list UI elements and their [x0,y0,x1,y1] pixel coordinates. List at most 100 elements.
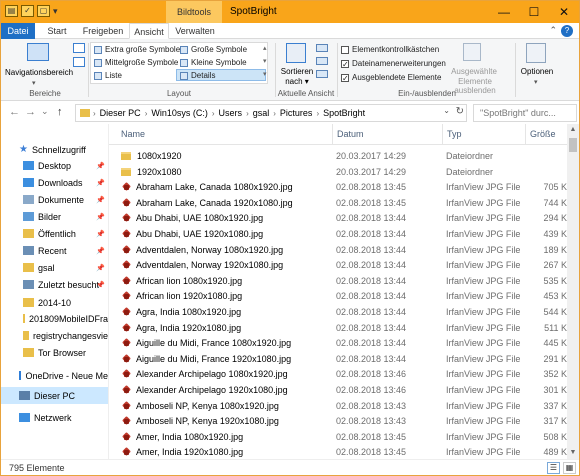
nav-item-bilder[interactable]: Bilder 📌 [1,208,108,225]
tab-freigeben[interactable]: Freigeben [77,23,129,39]
sort-icon[interactable] [286,43,306,63]
sort-button[interactable]: Sortieren [278,67,316,76]
nav-item-gsal[interactable]: gsal 📌 [1,259,108,276]
collapse-ribbon-icon[interactable]: ⌃ [549,25,557,36]
column-size[interactable]: Größe [525,124,567,145]
file-row[interactable]: Aiguille du Midi, France 1080x1920.jpg 02… [109,335,567,351]
breadcrumb-win10sys[interactable]: Win10sys (C:) [147,108,212,118]
file-row[interactable]: Amer, India 1080x1920.jpg 02.08.2018 13:4… [109,429,567,445]
navigation-pane-button[interactable]: Navigationsbereich [5,68,73,77]
file-row[interactable]: Amer, India 1920x1080.jpg 02.08.2018 13:4… [109,444,567,459]
nav-item-netzwerk[interactable]: Netzwerk [1,409,108,426]
file-row[interactable]: Adventdalen, Norway 1080x1920.jpg 02.08.2… [109,242,567,258]
help-icon[interactable]: ? [561,25,573,37]
nav-item-desktop[interactable]: Desktop 📌 [1,157,108,174]
chevron-down-icon[interactable]: ▾ [32,79,36,87]
details-view-button[interactable]: ☰ [547,462,560,474]
breadcrumb-dieser-pc[interactable]: Dieser PC [96,108,145,118]
chevron-down-icon[interactable]: ▾ [53,5,58,17]
file-row[interactable]: Abu Dhabi, UAE 1920x1080.jpg 02.08.2018 1… [109,226,567,242]
options-icon[interactable] [526,43,546,63]
vertical-scrollbar[interactable]: ▲ ▼ [567,124,579,459]
address-bar[interactable]: › Dieser PC › Win10sys (C:) › Users › gs… [75,104,467,122]
layout-large-icons[interactable]: Große Symbole [180,45,247,54]
file-row[interactable]: Adventdalen, Norway 1920x1080.jpg 02.08.2… [109,257,567,273]
nav-item-onedrive-neue-me[interactable]: OneDrive - Neue Me [1,367,108,384]
nav-item-dokumente[interactable]: Dokumente 📌 [1,191,108,208]
new-folder-icon[interactable]: ▢ [37,5,50,17]
maximize-button[interactable]: ☐ [519,1,549,23]
file-row[interactable]: Abraham Lake, Canada 1080x1920.jpg 02.08.… [109,179,567,195]
minimize-button[interactable]: — [489,1,519,23]
large-icons-view-button[interactable]: ▦ [563,462,576,474]
size-columns-icon[interactable] [316,70,328,78]
column-name[interactable]: Name [117,124,336,145]
options-button[interactable]: Optionen [517,67,557,76]
layout-details[interactable]: Details [180,71,215,80]
chevron-down-icon[interactable]: ⌄ [443,106,450,115]
nav-item-zuletzt-besucht[interactable]: Zuletzt besucht 📌 [1,276,108,293]
layout-list[interactable]: Liste [94,71,122,80]
nav-item-öffentlich[interactable]: Öffentlich 📌 [1,225,108,242]
chevron-down-icon[interactable]: ▾ [534,78,538,86]
checkbox-dateinamenerweiterungen[interactable]: ✓ Dateinamenerweiterungen [341,59,446,68]
folder-row[interactable]: 1920x1080 20.03.2017 14:29 Dateiordner [109,164,567,180]
sort-button-sub[interactable]: nach ▾ [278,77,316,86]
file-row[interactable]: Amboseli NP, Kenya 1080x1920.jpg 02.08.20… [109,398,567,414]
scroll-up-icon[interactable]: ▲ [567,124,579,136]
nav-item-tor-browser[interactable]: Tor Browser [1,344,108,361]
nav-item-schnellzugriff[interactable]: ★ Schnellzugriff [1,141,108,158]
back-button[interactable]: ← [9,106,20,118]
nav-item-downloads[interactable]: Downloads 📌 [1,174,108,191]
file-row[interactable]: Agra, India 1920x1080.jpg 02.08.2018 13:4… [109,320,567,336]
up-button[interactable]: ↑ [57,106,63,118]
group-by-icon[interactable] [316,44,328,52]
preview-pane-icon[interactable] [73,43,85,53]
layout-medium-icons[interactable]: Mittelgroße Symbole [94,58,178,67]
folder-icon[interactable]: ▤ [5,5,18,17]
folder-row[interactable]: 1080x1920 20.03.2017 14:29 Dateiordner [109,148,567,164]
tab-ansicht[interactable]: Ansicht [129,23,169,39]
nav-item-2014-10[interactable]: 2014-10 [1,294,108,311]
file-row[interactable]: African lion 1080x1920.jpg 02.08.2018 13:… [109,273,567,289]
layout-extra-large-icons[interactable]: Extra große Symbole [94,45,180,54]
search-input[interactable]: "SpotBright" durc... [473,104,577,122]
file-row[interactable]: Abraham Lake, Canada 1920x1080.jpg 02.08.… [109,195,567,211]
nav-item-201809mobileidfra[interactable]: 201809MobileIDFra [1,310,108,327]
file-row[interactable]: Alexander Archipelago 1080x1920.jpg 02.08… [109,366,567,382]
nav-item-registrychangesvie[interactable]: registrychangesvie [1,327,108,344]
nav-item-recent[interactable]: Recent 📌 [1,242,108,259]
column-type[interactable]: Typ [442,124,525,145]
file-row[interactable]: Agra, India 1080x1920.jpg 02.08.2018 13:4… [109,304,567,320]
layout-scroll-arrows[interactable]: ▴ ▾ ▾ [263,42,267,81]
layout-small-icons[interactable]: Kleine Symbole [180,58,247,67]
tab-verwalten[interactable]: Verwalten [171,23,219,39]
navigation-pane-icon[interactable] [27,43,49,61]
file-row[interactable]: Abu Dhabi, UAE 1080x1920.jpg 02.08.2018 1… [109,210,567,226]
scroll-down-icon[interactable]: ▼ [567,447,579,459]
file-row[interactable]: African lion 1920x1080.jpg 02.08.2018 13:… [109,288,567,304]
file-row[interactable]: Alexander Archipelago 1920x1080.jpg 02.08… [109,382,567,398]
forward-button[interactable]: → [25,106,36,118]
tab-datei[interactable]: Datei [1,23,35,39]
properties-icon[interactable]: ✓ [21,5,34,17]
add-columns-icon[interactable] [316,57,328,65]
close-button[interactable]: ✕ [549,1,579,23]
hide-selected-button[interactable]: Ausgewählte [441,67,507,76]
breadcrumb-pictures[interactable]: Pictures [276,108,317,118]
hide-selected-icon[interactable] [463,43,481,61]
column-date[interactable]: Datum [332,124,442,145]
file-row[interactable]: Aiguille du Midi, France 1920x1080.jpg 02… [109,351,567,367]
nav-item-dieser-pc[interactable]: Dieser PC [1,387,108,404]
checkbox-ausgeblendete-elemente[interactable]: ✓ Ausgeblendete Elemente [341,73,441,82]
scroll-thumb[interactable] [569,138,577,152]
breadcrumb-gsal[interactable]: gsal [249,108,274,118]
breadcrumb-users[interactable]: Users [215,108,247,118]
checkbox-elementkontrollkaestchen[interactable]: Elementkontrollkästchen [341,45,439,54]
recent-locations-button[interactable]: ⌄ [41,106,49,117]
details-pane-icon[interactable] [73,57,85,67]
breadcrumb-spotbright[interactable]: SpotBright [319,108,369,118]
tab-start[interactable]: Start [37,23,77,39]
refresh-icon[interactable]: ↻ [456,106,464,117]
file-row[interactable]: Amboseli NP, Kenya 1920x1080.jpg 02.08.20… [109,413,567,429]
